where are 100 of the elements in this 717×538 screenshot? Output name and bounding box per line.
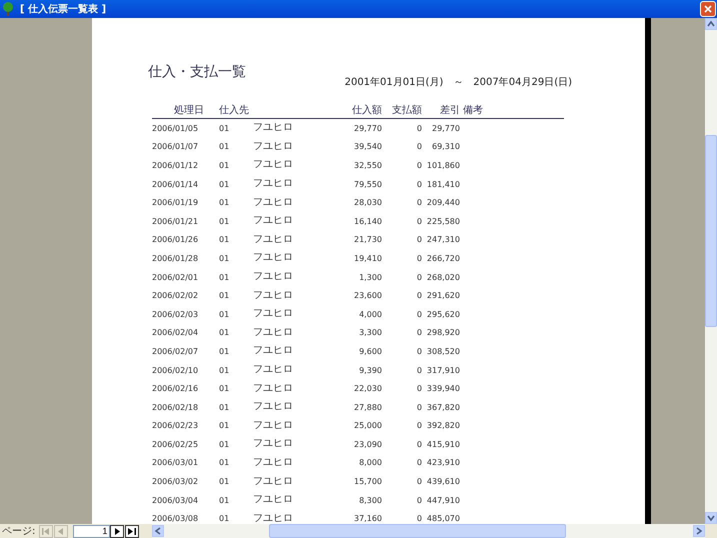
table-cell-text: 0 <box>416 310 422 319</box>
table-cell-text: 181,410 <box>426 180 460 189</box>
close-button[interactable] <box>700 1 716 17</box>
play-icon <box>114 528 120 534</box>
table-cell-text: 01 <box>218 310 230 319</box>
table-cell-text: 21,730 <box>353 235 382 244</box>
table-cell-text: 0 <box>416 496 422 505</box>
table-cell-text: 247,310 <box>426 235 460 244</box>
table-cell-text: フユヒロ <box>252 364 294 376</box>
table-cell-text: 209,440 <box>426 198 460 208</box>
table-cell-text: フユヒロ <box>252 326 294 339</box>
vertical-scrollbar[interactable] <box>705 18 717 524</box>
column-header: 差引 <box>439 104 460 117</box>
table-cell-text: 225,580 <box>426 216 460 226</box>
table-cell-text: 308,520 <box>426 346 460 356</box>
table-cell-text: 01 <box>218 328 230 338</box>
table-cell-text: 2006/03/01 <box>152 458 200 468</box>
table-cell-text: 2006/02/23 <box>152 421 200 430</box>
column-header: 仕入額 <box>351 104 382 117</box>
page-label: ページ: <box>2 525 36 538</box>
scroll-up-button[interactable] <box>705 18 717 30</box>
table-cell-text: 23,600 <box>353 291 382 300</box>
table-cell-text: 3,300 <box>358 328 382 338</box>
scroll-down-button[interactable] <box>705 512 717 524</box>
table-cell-text: フユヒロ <box>252 140 294 153</box>
date-from: 2001年01月01日(月) <box>344 76 444 89</box>
scroll-thumb[interactable] <box>705 135 717 327</box>
tree-icon <box>2 2 14 16</box>
scroll-thumb[interactable] <box>269 524 566 538</box>
table-cell-text: 01 <box>218 142 230 152</box>
table-cell-text: 8,000 <box>358 458 382 468</box>
table-cell-text: 2006/02/10 <box>152 366 200 375</box>
page-nav-button[interactable] <box>125 524 140 538</box>
table-cell-text: 9,390 <box>358 366 382 375</box>
table-cell-text: フユヒロ <box>252 252 294 264</box>
table-cell-text: 01 <box>218 216 230 226</box>
table-cell-text: 0 <box>416 458 422 468</box>
table-cell-text: 2006/02/16 <box>152 384 200 394</box>
table-cell-text: 01 <box>218 458 230 468</box>
page-nav-button[interactable] <box>110 524 124 538</box>
table-cell-text: 0 <box>416 328 422 338</box>
table-cell-text: 298,920 <box>426 328 460 338</box>
table-cell-text: 2006/03/04 <box>152 496 200 505</box>
table-cell-text: 0 <box>416 160 422 170</box>
table-cell-text: 0 <box>416 198 422 208</box>
table-cell-text: 01 <box>218 272 230 282</box>
table-cell-text: 01 <box>218 421 230 430</box>
date-separator: ～ <box>453 76 464 89</box>
table-cell-text: 01 <box>218 180 230 189</box>
table-cell-text: フユヒロ <box>252 196 294 209</box>
table-cell-text: 266,720 <box>426 254 460 263</box>
scroll-right-button[interactable] <box>693 525 705 537</box>
table-cell-text: フユヒロ <box>252 345 294 358</box>
table-cell-text: フユヒロ <box>252 456 294 469</box>
skip-forward-icon <box>128 528 136 534</box>
table-cell-text: 01 <box>218 384 230 394</box>
table-cell-text: 2006/01/12 <box>152 160 200 170</box>
chevron-up-icon <box>707 20 715 28</box>
window-title: [ 仕入伝票一覧表 ] <box>20 2 108 16</box>
table-cell-text: 29,770 <box>431 124 460 133</box>
table-cell-text: フユヒロ <box>252 215 294 228</box>
table-cell-text: 2006/01/28 <box>152 254 200 263</box>
table-cell-text: 01 <box>218 235 230 244</box>
table-cell-text: 339,940 <box>426 384 460 394</box>
table-cell-text: 2006/03/02 <box>152 477 200 486</box>
chevron-left-icon <box>154 527 162 535</box>
table-cell-text: 2006/01/14 <box>152 180 200 189</box>
table-cell-text: 19,410 <box>353 254 382 263</box>
table-cell-text: 32,550 <box>353 160 382 170</box>
table-cell-text: 01 <box>218 366 230 375</box>
chevron-down-icon <box>707 514 715 522</box>
table-cell-text: 439,610 <box>426 477 460 486</box>
column-header: 備考 <box>462 104 484 117</box>
report-title: 仕入・支払一覧 <box>148 63 247 81</box>
table-cell-text: フユヒロ <box>252 178 294 190</box>
table-cell-text: 01 <box>218 402 230 412</box>
table-cell-text: 01 <box>218 440 230 449</box>
table-cell-text: フユヒロ <box>252 271 294 284</box>
table-cell-text: 0 <box>416 216 422 226</box>
table-cell-text: フユヒロ <box>252 512 294 524</box>
table-cell-text: 23,090 <box>353 440 382 449</box>
table-cell-text: 0 <box>416 384 422 394</box>
table-cell-text: 268,020 <box>426 272 460 282</box>
table-cell-text: 28,030 <box>353 198 382 208</box>
page-number-field[interactable]: 1 <box>73 524 110 538</box>
table-cell-text: 15,700 <box>353 477 382 486</box>
table-cell-text: フユヒロ <box>252 438 294 450</box>
table-cell-text: フユヒロ <box>252 476 294 488</box>
table-cell-text: 39,540 <box>353 142 382 152</box>
table-cell-text: 69,310 <box>431 142 460 152</box>
table-cell-text: 37,160 <box>353 514 382 524</box>
horizontal-scrollbar[interactable] <box>152 524 705 538</box>
table-cell-text: 2006/01/07 <box>152 142 200 152</box>
table-cell-text: 01 <box>218 124 230 133</box>
scroll-left-button[interactable] <box>152 525 164 537</box>
table-cell-text: 2006/01/05 <box>152 124 200 133</box>
chevron-right-icon <box>695 527 703 535</box>
table-cell-text: フユヒロ <box>252 420 294 432</box>
table-cell-text: フユヒロ <box>252 159 294 172</box>
table-cell-text: 0 <box>416 254 422 263</box>
